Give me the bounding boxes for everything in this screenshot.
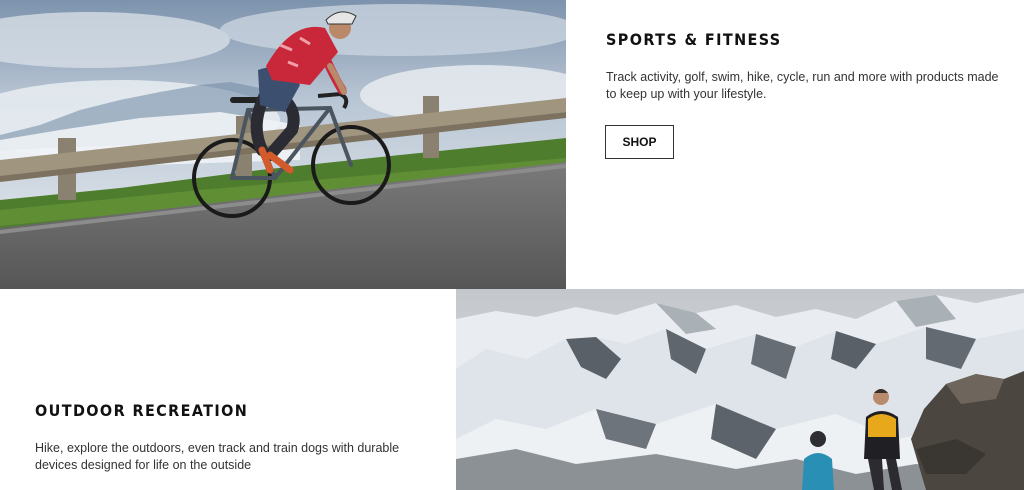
outdoor-recreation-title: OUTDOOR RECREATION	[35, 401, 249, 420]
mountain-hikers-image	[456, 289, 1024, 490]
outdoor-recreation-description: Hike, explore the outdoors, even track a…	[35, 441, 400, 472]
cycling-hero-image	[0, 0, 566, 289]
outdoor-recreation-panel: OUTDOOR RECREATION Hike, explore the out…	[0, 289, 456, 490]
shop-button[interactable]: SHOP	[605, 125, 674, 159]
sports-fitness-panel: SPORTS & FITNESS Track activity, golf, s…	[566, 0, 1024, 289]
page: SPORTS & FITNESS Track activity, golf, s…	[0, 0, 1024, 490]
sports-fitness-description: Track activity, golf, swim, hike, cycle,…	[606, 70, 999, 101]
sports-fitness-title: SPORTS & FITNESS	[606, 30, 782, 49]
